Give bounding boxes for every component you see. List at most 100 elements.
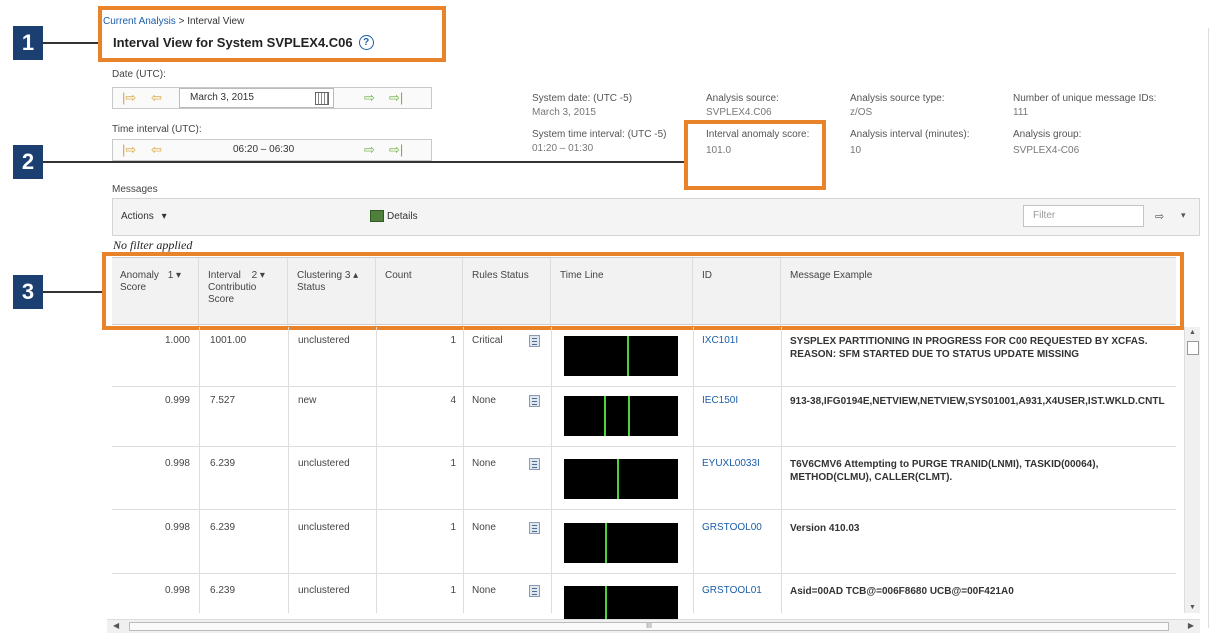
timeline-chart bbox=[564, 459, 678, 499]
timeline-tick bbox=[627, 336, 629, 376]
rule-details-icon[interactable] bbox=[529, 335, 540, 347]
column-divider bbox=[551, 327, 552, 613]
timeline-tick bbox=[604, 396, 606, 436]
column-divider bbox=[463, 327, 464, 613]
row-divider bbox=[112, 446, 1176, 447]
count-cell: 1 bbox=[450, 335, 456, 346]
callout-2: 2 bbox=[13, 145, 43, 179]
calendar-icon[interactable] bbox=[315, 92, 329, 105]
message-example-cell: Version 410.03 bbox=[790, 522, 1170, 535]
rules-status-cell: None bbox=[472, 522, 496, 533]
clustering-status-cell: unclustered bbox=[298, 335, 350, 346]
next-interval-icon[interactable]: ⇨ bbox=[364, 143, 375, 156]
scroll-down-icon[interactable]: ▼ bbox=[1189, 604, 1196, 611]
chevron-down-icon[interactable]: ▾ bbox=[1181, 210, 1186, 221]
filter-input[interactable]: Filter bbox=[1023, 205, 1144, 227]
timeline-tick bbox=[628, 396, 630, 436]
clustering-status-cell: unclustered bbox=[298, 585, 350, 596]
count-cell: 1 bbox=[450, 458, 456, 469]
clustering-status-cell: new bbox=[298, 395, 317, 406]
rule-details-icon[interactable] bbox=[529, 522, 540, 534]
rules-status-cell: None bbox=[472, 395, 496, 406]
next-date-icon[interactable]: ⇨ bbox=[364, 91, 375, 104]
rules-status-cell: Critical bbox=[472, 335, 503, 346]
highlight-box-3 bbox=[102, 252, 1184, 330]
clustering-status-cell: unclustered bbox=[298, 458, 350, 469]
details-label: Details bbox=[387, 210, 418, 222]
first-date-icon[interactable]: |⇨ bbox=[122, 91, 136, 104]
timeline-chart bbox=[564, 336, 678, 376]
message-example-cell: SYSPLEX PARTITIONING IN PROGRESS FOR C00… bbox=[790, 335, 1170, 361]
contribution-score-cell: 7.527 bbox=[210, 395, 236, 406]
system-interval-label: System time interval: (UTC -5) bbox=[532, 129, 667, 140]
analysis-source-label: Analysis source: bbox=[706, 93, 779, 104]
clustering-status-cell: unclustered bbox=[298, 522, 350, 533]
message-line: T6V6CMV6 Attempting to PURGE TRANID(LNMI… bbox=[790, 459, 1099, 470]
message-id-link[interactable]: GRSTOOL01 bbox=[702, 585, 762, 596]
unique-ids-value: 111 bbox=[1013, 107, 1029, 118]
scroll-thumb[interactable]: III bbox=[129, 622, 1169, 631]
interval-label: Time interval (UTC): bbox=[112, 124, 202, 135]
details-icon bbox=[370, 210, 384, 222]
chevron-down-icon: ▾ bbox=[161, 211, 167, 222]
anomaly-score-cell: 0.998 bbox=[164, 458, 190, 469]
system-interval-value: 01:20 – 01:30 bbox=[532, 143, 594, 154]
window-edge bbox=[1208, 28, 1209, 628]
message-id-link[interactable]: EYUXL0033I bbox=[702, 458, 760, 469]
analysis-group-label: Analysis group: bbox=[1013, 129, 1082, 140]
rule-details-icon[interactable] bbox=[529, 458, 540, 470]
source-type-value: z/OS bbox=[850, 107, 873, 118]
analysis-group-value: SVPLEX4-C06 bbox=[1013, 145, 1080, 156]
horizontal-scrollbar[interactable]: ◀ III ▶ bbox=[107, 619, 1200, 633]
scroll-thumb[interactable] bbox=[1187, 341, 1199, 355]
last-date-icon[interactable]: ⇨| bbox=[389, 91, 403, 104]
rule-details-icon[interactable] bbox=[529, 585, 540, 597]
message-example-cell: 913-38,IFG0194E,NETVIEW,NETVIEW,SYS01001… bbox=[790, 395, 1170, 408]
message-line: SYSPLEX PARTITIONING IN PROGRESS FOR C00… bbox=[790, 336, 1148, 347]
message-line: Asid=00AD TCB@=006F8680 UCB@=00F421A0 bbox=[790, 586, 1014, 597]
details-button[interactable]: Details bbox=[370, 210, 418, 222]
contribution-score-cell: 6.239 bbox=[210, 522, 236, 533]
column-divider bbox=[376, 327, 377, 613]
messages-label: Messages bbox=[112, 184, 158, 195]
contribution-score-cell: 6.239 bbox=[210, 458, 236, 469]
timeline-chart bbox=[564, 523, 678, 563]
analysis-interval-value: 10 bbox=[850, 145, 862, 156]
first-interval-icon[interactable]: |⇨ bbox=[122, 143, 136, 156]
callout-2-line bbox=[43, 161, 685, 163]
previous-interval-icon[interactable]: ⇦ bbox=[151, 143, 162, 156]
contribution-score-cell: 1001.00 bbox=[210, 335, 247, 346]
highlight-box-1 bbox=[98, 6, 446, 62]
interval-value: 06:20 – 06:30 bbox=[233, 144, 295, 155]
vertical-scrollbar[interactable]: ▲ ▼ bbox=[1184, 327, 1200, 613]
last-interval-icon[interactable]: ⇨| bbox=[389, 143, 403, 156]
actions-menu[interactable]: Actions ▾ bbox=[121, 211, 167, 222]
message-line: REASON: SFM STARTED DUE TO STATUS UPDATE… bbox=[790, 349, 1080, 360]
date-input[interactable]: March 3, 2015 bbox=[179, 88, 334, 108]
column-divider bbox=[199, 327, 200, 613]
source-type-label: Analysis source type: bbox=[850, 93, 945, 104]
rules-status-cell: None bbox=[472, 585, 496, 596]
scroll-left-icon[interactable]: ◀ bbox=[113, 621, 119, 630]
analysis-source-value: SVPLEX4.C06 bbox=[706, 107, 772, 118]
analysis-interval-label: Analysis interval (minutes): bbox=[850, 129, 970, 140]
message-id-link[interactable]: IXC101I bbox=[702, 335, 738, 346]
scroll-up-icon[interactable]: ▲ bbox=[1189, 329, 1196, 336]
message-line: 913-38,IFG0194E,NETVIEW,NETVIEW,SYS01001… bbox=[790, 396, 1165, 407]
callout-1: 1 bbox=[13, 26, 43, 60]
actions-label: Actions bbox=[121, 211, 154, 222]
timeline-chart bbox=[564, 396, 678, 436]
scroll-right-icon[interactable]: ▶ bbox=[1188, 621, 1194, 630]
rule-details-icon[interactable] bbox=[529, 395, 540, 407]
message-line: METHOD(CLMU), CALLER(CLMT). bbox=[790, 472, 953, 483]
message-id-link[interactable]: IEC150I bbox=[702, 395, 738, 406]
message-id-link[interactable]: GRSTOOL00 bbox=[702, 522, 762, 533]
timeline-tick bbox=[605, 523, 607, 563]
date-label: Date (UTC): bbox=[112, 69, 166, 80]
message-line: Version 410.03 bbox=[790, 523, 860, 534]
previous-date-icon[interactable]: ⇦ bbox=[151, 91, 162, 104]
contribution-score-cell: 6.239 bbox=[210, 585, 236, 596]
column-divider bbox=[693, 327, 694, 613]
export-icon[interactable]: ⇨ bbox=[1155, 210, 1164, 223]
timeline-tick bbox=[617, 459, 619, 499]
